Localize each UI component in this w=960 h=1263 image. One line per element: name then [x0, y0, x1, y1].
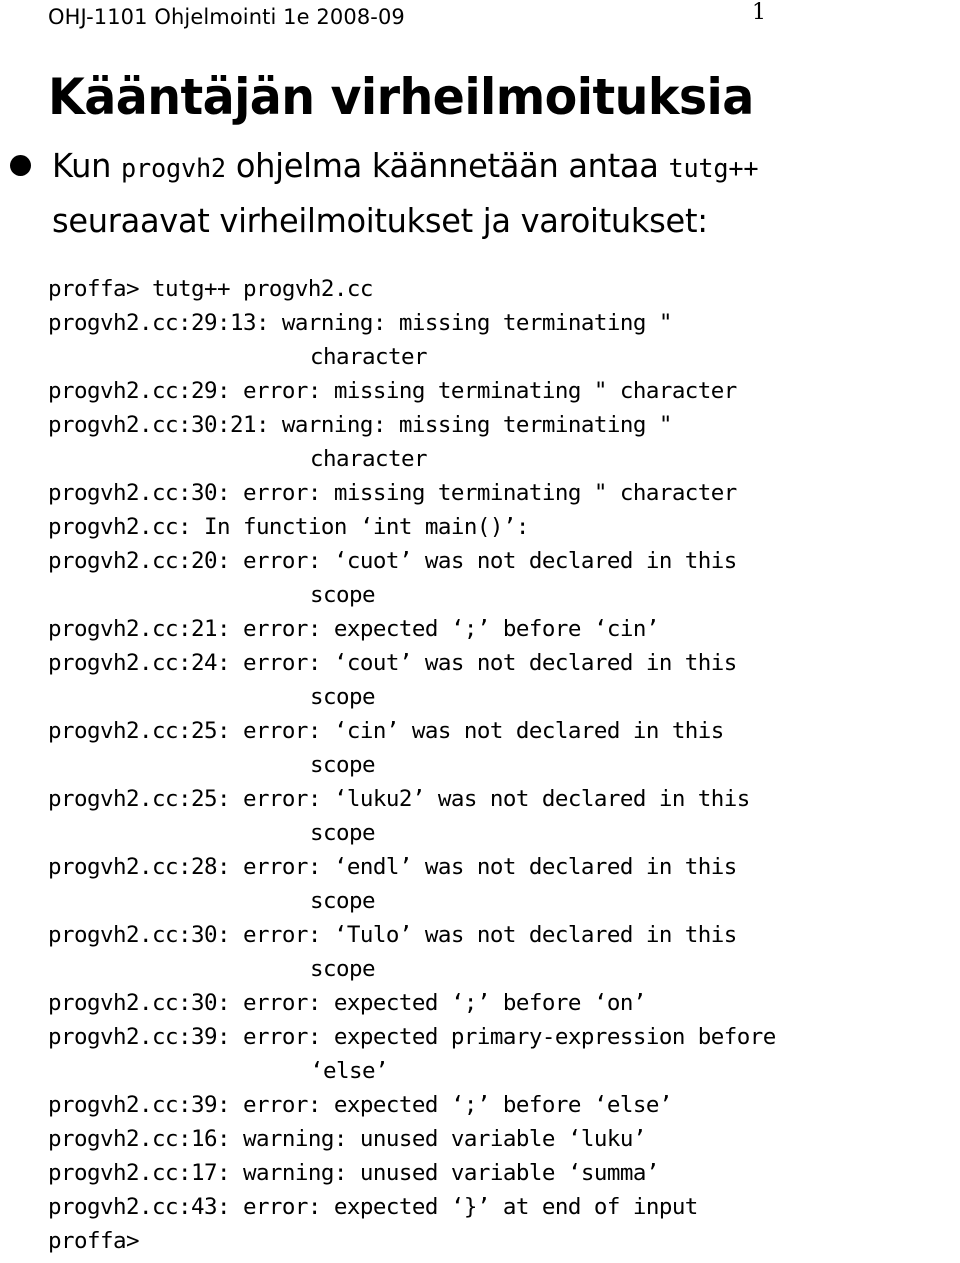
bullet-text-part-1: Kun: [52, 146, 121, 185]
compiler-output-line: progvh2.cc:30: error: expected ‘;’ befor…: [48, 990, 646, 1016]
bullet-text-part-2: ohjelma käännetään antaa: [225, 146, 669, 185]
compiler-output-line: progvh2.cc:25: error: ‘cin’ was not decl…: [48, 718, 724, 744]
compiler-output-line: progvh2.cc:30: error: missing terminatin…: [48, 480, 737, 506]
compiler-output-line: progvh2.cc:29:13: warning: missing termi…: [48, 310, 672, 336]
compiler-output-line: progvh2.cc:25: error: ‘luku2’ was not de…: [48, 786, 750, 812]
course-code-label: OHJ-1101 Ohjelmointi 1e 2008-09: [48, 5, 405, 29]
compiler-output-line: progvh2.cc:30:21: warning: missing termi…: [48, 412, 672, 438]
compiler-output-block: proffa> tutg++ progvh2.cc progvh2.cc:29:1…: [48, 272, 958, 1258]
compiler-output-line: progvh2.cc:29: error: missing terminatin…: [48, 378, 737, 404]
compiler-output-continuation-line: scope: [310, 752, 376, 778]
bullet-item-label: Kun progvh2 ohjelma käännetään antaa tut…: [52, 140, 909, 246]
compiler-output-line: progvh2.cc:39: error: expected primary-e…: [48, 1024, 776, 1050]
compiler-output-line: progvh2.cc:39: error: expected ‘;’ befor…: [48, 1092, 672, 1118]
compiler-output-line: progvh2.cc: In function ‘int main()’:: [48, 514, 529, 540]
compiler-output-line: progvh2.cc:17: warning: unused variable …: [48, 1160, 659, 1186]
page-title: Kääntäjän virheilmoituksia: [48, 67, 754, 126]
bullet-list: Kun progvh2 ohjelma käännetään antaa tut…: [10, 140, 936, 246]
compiler-output-continuation-line: scope: [310, 956, 376, 982]
slide-header: OHJ-1101 Ohjelmointi 1e 2008-09: [48, 4, 920, 34]
list-item: Kun progvh2 ohjelma käännetään antaa tut…: [10, 140, 936, 246]
compiler-output-line: progvh2.cc:30: error: ‘Tulo’ was not dec…: [48, 922, 737, 948]
bullet-text-part-3: seuraavat virheilmoitukset ja varoitukse…: [52, 201, 708, 240]
bullet-code-progvh2: progvh2: [120, 154, 226, 184]
page-number: 1: [752, 0, 766, 25]
compiler-output-continuation-line: scope: [310, 888, 376, 914]
bullet-disc-icon: [10, 155, 31, 176]
compiler-output-line: progvh2.cc:43: error: expected ‘}’ at en…: [48, 1194, 698, 1220]
compiler-output-continuation-line: ‘else’: [310, 1058, 389, 1084]
compiler-output-continuation-line: scope: [310, 684, 376, 710]
compiler-output-continuation-line: scope: [310, 582, 376, 608]
compiler-output-line: progvh2.cc:16: warning: unused variable …: [48, 1126, 646, 1152]
bullet-code-tutg: tutg++: [668, 154, 759, 184]
compiler-output-line: progvh2.cc:21: error: expected ‘;’ befor…: [48, 616, 659, 642]
compiler-output-line: progvh2.cc:24: error: ‘cout’ was not dec…: [48, 650, 737, 676]
compiler-output-line: progvh2.cc:20: error: ‘cuot’ was not dec…: [48, 548, 737, 574]
compiler-output-line: proffa> tutg++ progvh2.cc: [48, 276, 373, 302]
compiler-output-continuation-line: character: [310, 446, 428, 472]
compiler-output-line: progvh2.cc:28: error: ‘endl’ was not dec…: [48, 854, 737, 880]
compiler-output-continuation-line: character: [310, 344, 428, 370]
compiler-output-line: proffa>: [48, 1228, 140, 1254]
compiler-output-continuation-line: scope: [310, 820, 376, 846]
